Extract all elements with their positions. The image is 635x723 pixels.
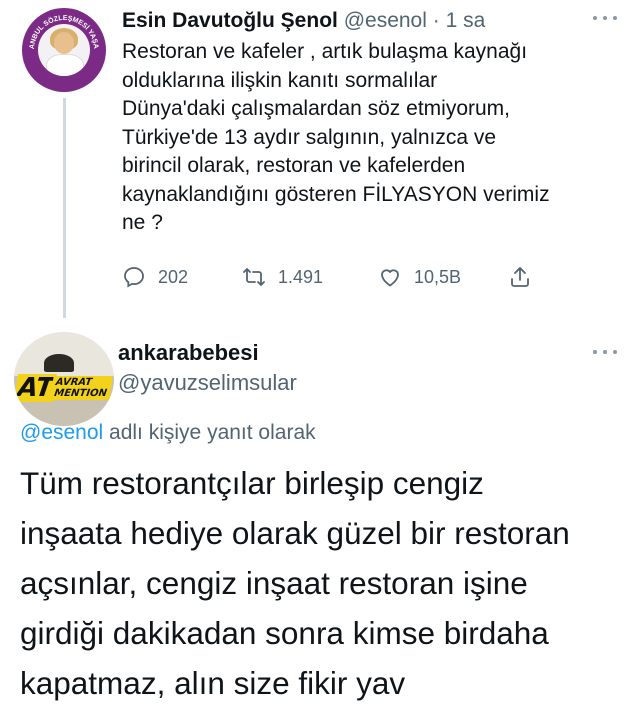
replying-to: @esenol adlı kişiye yanıt olarak (20, 421, 316, 445)
thread-line (63, 98, 66, 318)
retweet-count: 1.491 (278, 266, 324, 287)
tweet-actions: 202 1.491 10,5B (122, 262, 622, 292)
like-count: 10,5B (414, 266, 462, 287)
author-avatar[interactable]: İSTANBUL SÖZLEŞMESİ YAŞATIR (22, 8, 106, 92)
tweet-original: İSTANBUL SÖZLEŞMESİ YAŞATIR Esin Davutoğ… (0, 0, 635, 318)
reply-text: Tüm restorantçılar birleşip cengiz inşaa… (20, 465, 570, 701)
retweet-icon (243, 268, 265, 286)
reply-button[interactable]: 202 (122, 262, 188, 292)
avatar-logo-small: AVRAT MENTION (50, 376, 113, 400)
tweet-text: Restoran ve kafeler , artık bulaşma kayn… (122, 40, 550, 234)
author-handle[interactable]: @esenol (344, 9, 427, 32)
header-separator: · (432, 9, 440, 32)
tweet-reply: AT AVRAT MENTION ankarabebesi @yavuzseli… (0, 318, 635, 723)
tweet-header: Esin Davutoğlu Şenol @esenol · 1 sa (122, 8, 485, 34)
reply-author-name[interactable]: ankarabebesi (118, 340, 259, 366)
share-icon (511, 267, 529, 287)
reply-author-handle[interactable]: @yavuzselimsular (118, 370, 297, 396)
avatar-logo-line-2: MENTION (53, 388, 108, 399)
reply-icon (124, 267, 144, 288)
replying-to-handle[interactable]: @esenol (20, 421, 103, 444)
avatar-photo (38, 24, 90, 76)
reply-author-avatar[interactable]: AT AVRAT MENTION (14, 332, 114, 426)
retweet-button[interactable]: 1.491 (242, 262, 323, 292)
author-name[interactable]: Esin Davutoğlu Şenol (122, 9, 338, 32)
share-button[interactable] (508, 262, 532, 292)
more-options-icon[interactable] (593, 348, 621, 356)
reply-count: 202 (158, 266, 189, 287)
avatar-logo-line-1: AVRAT (55, 377, 93, 388)
like-button[interactable]: 10,5B (378, 262, 461, 292)
like-icon (381, 269, 399, 287)
replying-to-suffix: adlı kişiye yanıt olarak (103, 421, 316, 444)
tweet-time[interactable]: 1 sa (446, 9, 486, 32)
more-options-icon[interactable] (593, 14, 621, 22)
